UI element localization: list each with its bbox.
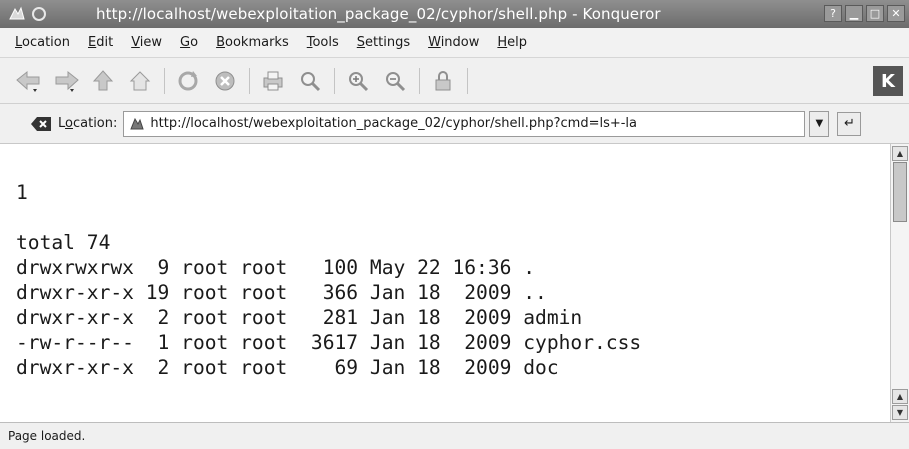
reload-icon[interactable] <box>173 66 203 96</box>
menu-window[interactable]: Window <box>419 35 488 50</box>
page-content: 1 total 74 drwxrwxrwx 9 root root 100 Ma… <box>0 144 890 422</box>
location-history-dropdown[interactable]: ▼ <box>809 110 830 137</box>
menu-go[interactable]: Go <box>171 35 207 50</box>
title-bar: http://localhost/webexploitation_package… <box>0 0 909 28</box>
menu-accel: L <box>15 35 23 50</box>
menu-label-rest: o <box>190 35 199 50</box>
output-line: total 74 <box>16 231 111 254</box>
menu-accel: V <box>131 35 140 50</box>
maximize-window-button[interactable]: □ <box>866 5 884 22</box>
location-label: Location: <box>58 116 117 131</box>
close-window-button[interactable]: ✕ <box>887 5 905 22</box>
menu-label-rest: indow <box>440 35 480 50</box>
menu-accel: G <box>180 35 191 50</box>
home-icon[interactable] <box>125 66 155 96</box>
menu-help[interactable]: Help <box>488 35 536 50</box>
location-bar: Location: http://localhost/webexploitati… <box>0 104 909 144</box>
menu-location[interactable]: Location <box>6 35 79 50</box>
location-url-text: http://localhost/webexploitation_package… <box>150 116 638 131</box>
sticky-pin-icon[interactable] <box>32 7 46 21</box>
konqueror-favicon-icon <box>128 115 146 133</box>
forward-icon[interactable] <box>51 66 81 96</box>
menu-bar: Location Edit View Go Bookmarks Tools Se… <box>0 28 909 58</box>
print-icon[interactable] <box>258 66 288 96</box>
menu-label-rest: ools <box>312 35 339 50</box>
output-line: drwxr-xr-x 19 root root 366 Jan 18 2009 … <box>16 281 547 304</box>
vertical-scrollbar[interactable]: ▲ ▲ ▼ <box>890 144 909 422</box>
go-button[interactable]: ↵ <box>837 111 862 136</box>
help-window-button[interactable]: ? <box>824 5 842 22</box>
menu-accel: E <box>88 35 97 50</box>
scroll-up-lower-button[interactable]: ▲ <box>892 389 908 404</box>
menu-bookmarks[interactable]: Bookmarks <box>207 35 298 50</box>
output-blank-line <box>16 205 890 230</box>
security-icon[interactable] <box>428 66 458 96</box>
menu-label-rest: ocation <box>22 35 70 50</box>
menu-label-rest: dit <box>96 35 114 50</box>
location-label-post: cation: <box>72 116 118 131</box>
minimize-window-button[interactable]: ▁ <box>845 5 863 22</box>
toolbar-separator <box>467 67 468 94</box>
menu-label-rest: elp <box>507 35 528 50</box>
menu-accel: H <box>497 35 508 50</box>
main-toolbar: K <box>0 58 909 104</box>
menu-accel: W <box>428 35 441 50</box>
location-url-field[interactable]: http://localhost/webexploitation_package… <box>123 110 806 137</box>
menu-settings[interactable]: Settings <box>348 35 419 50</box>
output-line: 1 <box>16 181 28 204</box>
scroll-down-button[interactable]: ▼ <box>892 405 908 420</box>
zoom-in-icon[interactable] <box>343 66 373 96</box>
toolbar-separator <box>164 67 165 94</box>
konqueror-app-icon[interactable] <box>6 4 28 24</box>
output-line: drwxrwxrwx 9 root root 100 May 22 16:36 … <box>16 256 536 279</box>
status-bar: Page loaded. <box>0 422 909 449</box>
stop-icon[interactable] <box>210 66 240 96</box>
menu-tools[interactable]: Tools <box>298 35 348 50</box>
window-title: http://localhost/webexploitation_package… <box>96 5 661 23</box>
location-label-accel: o <box>65 116 73 131</box>
up-icon[interactable] <box>88 66 118 96</box>
find-icon[interactable] <box>295 66 325 96</box>
clear-location-icon[interactable] <box>30 114 52 134</box>
menu-edit[interactable]: Edit <box>79 35 122 50</box>
status-text: Page loaded. <box>8 429 86 443</box>
menu-label-rest: ookmarks <box>225 35 289 50</box>
toolbar-separator <box>419 67 420 94</box>
menu-label-rest: ettings <box>365 35 411 50</box>
menu-view[interactable]: View <box>122 35 171 50</box>
menu-label-rest: iew <box>139 35 163 50</box>
menu-accel: B <box>216 35 226 50</box>
output-line: drwxr-xr-x 2 root root 281 Jan 18 2009 a… <box>16 306 583 329</box>
output-line: drwxr-xr-x 2 root root 69 Jan 18 2009 do… <box>16 356 559 379</box>
back-icon[interactable] <box>14 66 44 96</box>
window-controls: ? ▁ □ ✕ <box>824 5 905 22</box>
toolbar-separator <box>249 67 250 94</box>
toolbar-separator <box>334 67 335 94</box>
scroll-up-button[interactable]: ▲ <box>892 146 908 161</box>
zoom-out-icon[interactable] <box>380 66 410 96</box>
scrollbar-thumb[interactable] <box>893 162 907 222</box>
location-label-pre: L <box>58 116 66 131</box>
output-line: -rw-r--r-- 1 root root 3617 Jan 18 2009 … <box>16 331 642 354</box>
menu-accel: S <box>356 35 366 50</box>
kde-logo-icon: K <box>873 66 903 96</box>
